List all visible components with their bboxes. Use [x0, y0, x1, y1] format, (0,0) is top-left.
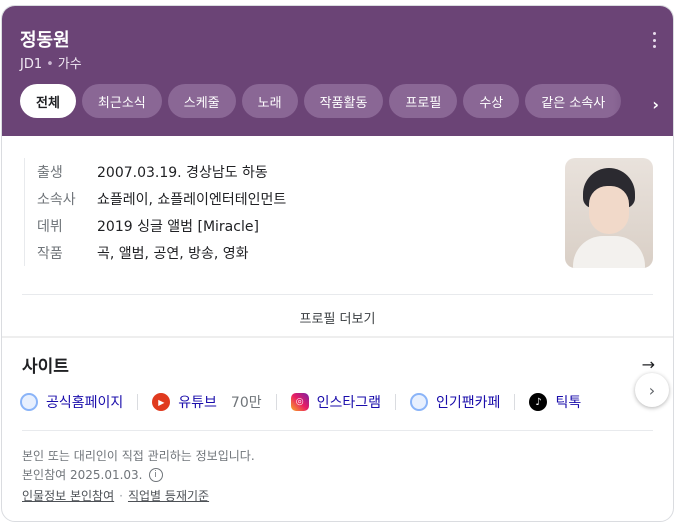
site-fancafe[interactable]: 인기팬카페	[410, 392, 500, 412]
site-official[interactable]: 공식홈페이지	[20, 392, 123, 412]
divider	[395, 394, 397, 410]
site-label: 공식홈페이지	[46, 395, 124, 411]
profile-row-birth: 출생 2007.03.19. 경상남도 하동	[37, 158, 286, 185]
separator-dot: •	[46, 57, 54, 72]
card-header: 정동원 JD1 • 가수 전체 최근소식 스케줄 노래 작품활동 프로필 수상 같은…	[2, 6, 673, 136]
person-card: 정동원 JD1 • 가수 전체 최근소식 스케줄 노래 작품활동 프로필 수상 같은…	[1, 5, 674, 522]
site-youtube[interactable]: ▶ 유튜브 70만	[152, 392, 262, 412]
site-label: 인스타그램	[316, 395, 382, 411]
profile-more-button[interactable]: 프로필 더보기	[2, 308, 673, 327]
tiktok-icon: ♪	[529, 393, 548, 411]
date-text: 본인참여 2025.01.03.	[22, 468, 143, 482]
more-options-icon[interactable]	[653, 32, 657, 48]
divider	[275, 394, 277, 410]
profile-row-debut: 데뷔 2019 싱글 앨범 [Miracle]	[37, 212, 286, 239]
row-value: 2019 싱글 앨범 [Miracle]	[97, 218, 259, 235]
instagram-icon: ◎	[290, 393, 309, 411]
listing-criteria-link[interactable]: 직업별 등재기준	[128, 489, 209, 503]
tab-all[interactable]: 전체	[20, 84, 76, 118]
self-participation-link[interactable]: 인물정보 본인참여	[22, 489, 114, 503]
chevron-right-icon[interactable]: ›	[652, 95, 659, 114]
profile-row-agency: 소속사 쇼플레이, 쇼플레이엔터테인먼트	[37, 185, 286, 212]
profile-section: 출생 2007.03.19. 경상남도 하동 소속사 쇼플레이, 쇼플레이엔터테…	[2, 136, 673, 336]
site-instagram[interactable]: ◎ 인스타그램	[290, 392, 382, 412]
sites-list: 공식홈페이지 ▶ 유튜브 70만 ◎ 인스타그램 인기팬카페 ♪ 틱톡	[20, 389, 581, 415]
agency-link[interactable]: 쇼플레이, 쇼플레이엔터테인먼트	[97, 189, 286, 209]
row-label: 작품	[37, 245, 63, 262]
site-label: 유튜브	[178, 395, 217, 411]
subscriber-count: 70만	[230, 395, 262, 411]
person-name: 정동원	[20, 30, 70, 51]
tab-bar: 전체 최근소식 스케줄 노래 작품활동 프로필 수상 같은 소속사	[20, 84, 622, 120]
divider	[22, 294, 653, 295]
row-label: 데뷔	[37, 218, 63, 235]
chevron-right-icon[interactable]: ›	[635, 373, 669, 407]
profile-info: 출생 2007.03.19. 경상남도 하동 소속사 쇼플레이, 쇼플레이엔터테…	[24, 158, 286, 266]
tab-news[interactable]: 최근소식	[81, 84, 162, 118]
section-separator	[2, 336, 673, 338]
site-tiktok[interactable]: ♪ 틱톡	[529, 392, 581, 412]
globe-icon	[410, 393, 429, 411]
tab-profile[interactable]: 프로필	[389, 84, 458, 118]
person-subtitle: JD1 • 가수	[20, 53, 82, 72]
site-label: 인기팬카페	[436, 395, 501, 411]
divider	[137, 394, 139, 410]
managed-notice: 본인 또는 대리인이 직접 관리하는 정보입니다.	[22, 449, 255, 463]
works-link[interactable]: 곡, 앨범, 공연, 방송, 영화	[97, 243, 249, 263]
participation-date: 본인참여 2025.01.03. i	[22, 466, 163, 483]
tab-same-agency[interactable]: 같은 소속사	[525, 84, 622, 118]
tab-fade	[613, 84, 673, 120]
site-label: 틱톡	[555, 395, 582, 411]
arrow-right-icon[interactable]: →	[642, 355, 655, 374]
tab-schedule[interactable]: 스케줄	[167, 84, 236, 118]
row-label: 소속사	[37, 191, 76, 208]
profile-row-works: 작품 곡, 앨범, 공연, 방송, 영화	[37, 239, 286, 266]
sites-title: 사이트	[22, 357, 69, 377]
footer-links: 인물정보 본인참여 · 직업별 등재기준	[22, 487, 209, 504]
info-icon[interactable]: i	[148, 467, 163, 482]
group-name: JD1	[20, 57, 43, 72]
tab-works[interactable]: 작품활동	[303, 84, 384, 118]
divider	[22, 430, 653, 431]
divider	[514, 394, 516, 410]
person-role: 가수	[57, 57, 82, 72]
tab-awards[interactable]: 수상	[463, 84, 520, 118]
row-label: 출생	[37, 164, 63, 181]
profile-photo[interactable]	[565, 158, 653, 268]
youtube-icon: ▶	[152, 393, 171, 411]
globe-icon	[20, 393, 38, 411]
separator-dot: ·	[119, 489, 123, 503]
tab-songs[interactable]: 노래	[241, 84, 298, 118]
row-value: 2007.03.19. 경상남도 하동	[97, 164, 268, 181]
